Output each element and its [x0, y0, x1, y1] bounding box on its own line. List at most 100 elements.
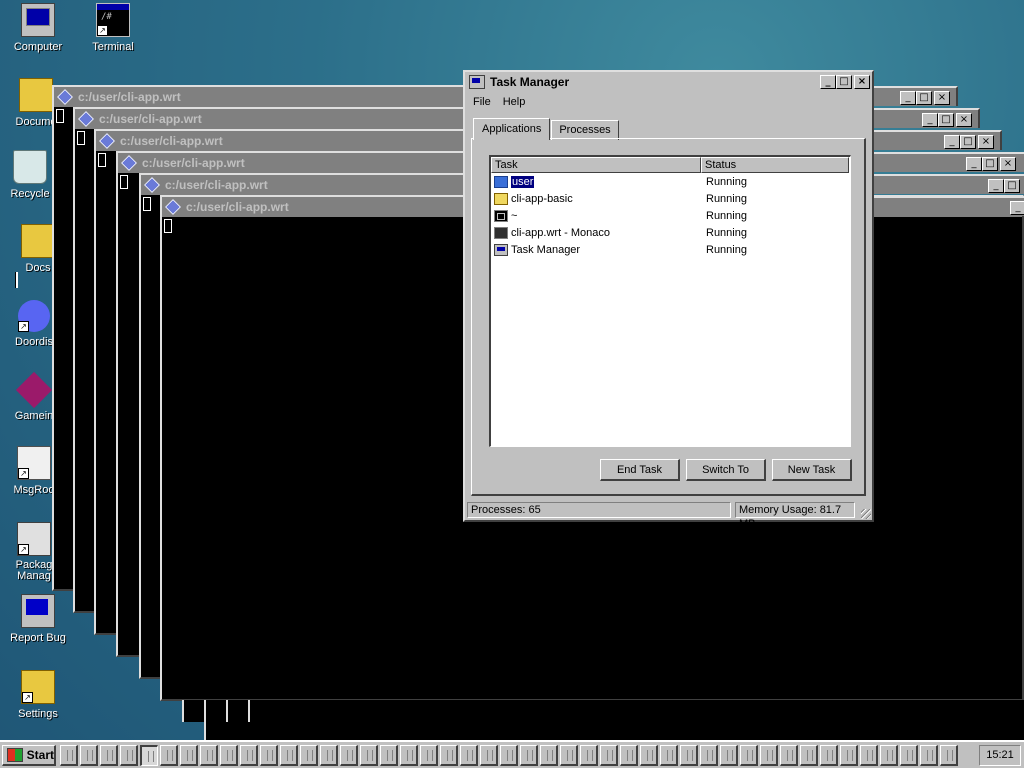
- tab-processes[interactable]: Processes: [551, 120, 619, 140]
- close-button[interactable]: ×: [934, 91, 950, 105]
- end-task-button[interactable]: End Task: [600, 459, 680, 481]
- minimize-button[interactable]: _: [820, 75, 836, 89]
- taskbar-button[interactable]: [200, 745, 218, 766]
- minimize-button[interactable]: _: [922, 113, 938, 127]
- window-titlebar-right[interactable]: _ □ ×: [872, 130, 1002, 150]
- maximize-button[interactable]: □: [982, 157, 998, 171]
- taskbar-button[interactable]: [220, 745, 238, 766]
- taskbar-button[interactable]: [860, 745, 878, 766]
- switch-to-button[interactable]: Switch To: [686, 459, 766, 481]
- taskbar-button[interactable]: [340, 745, 358, 766]
- text-cursor: [164, 219, 172, 233]
- taskbar-button[interactable]: [920, 745, 938, 766]
- close-button[interactable]: ×: [956, 113, 972, 127]
- task-name: Task Manager: [511, 243, 581, 256]
- taskbar-button[interactable]: [120, 745, 138, 766]
- taskbar-button[interactable]: [940, 745, 958, 766]
- taskbar-button[interactable]: [320, 745, 338, 766]
- close-button[interactable]: ×: [1000, 157, 1016, 171]
- table-row[interactable]: user Running: [491, 173, 850, 190]
- desktop-icon-settings[interactable]: ↗ Settings: [0, 670, 76, 720]
- table-row[interactable]: Task Manager Running: [491, 241, 850, 258]
- system-tray-clock[interactable]: 15:21: [979, 745, 1021, 766]
- minimize-button[interactable]: _: [988, 179, 1004, 193]
- column-header-status[interactable]: Status: [701, 157, 849, 173]
- minimize-button[interactable]: _: [900, 91, 916, 105]
- menu-file[interactable]: File: [473, 96, 491, 108]
- taskbar-button[interactable]: [520, 745, 538, 766]
- desktop-icon-computer[interactable]: Computer: [0, 3, 76, 53]
- close-button[interactable]: ×: [854, 75, 870, 89]
- taskbar-button[interactable]: [380, 745, 398, 766]
- taskbar-button[interactable]: [60, 745, 78, 766]
- taskbar-button[interactable]: [580, 745, 598, 766]
- taskbar-button[interactable]: [820, 745, 838, 766]
- taskbar-button[interactable]: [420, 745, 438, 766]
- table-row[interactable]: cli-app.wrt - Monaco Running: [491, 224, 850, 241]
- taskbar-button[interactable]: [740, 745, 758, 766]
- window-titlebar-right[interactable]: _ □ ×: [872, 86, 958, 106]
- taskbar-button[interactable]: [880, 745, 898, 766]
- maximize-button[interactable]: □: [1004, 179, 1020, 193]
- window-titlebar[interactable]: Task Manager _ □ ×: [465, 72, 872, 92]
- taskbar-button[interactable]: [180, 745, 198, 766]
- taskbar-button[interactable]: [640, 745, 658, 766]
- taskbar-button[interactable]: [460, 745, 478, 766]
- taskbar-button[interactable]: [900, 745, 918, 766]
- window-titlebar[interactable]: c:/user/cli-app.wrt: [96, 131, 472, 151]
- taskbar-button[interactable]: [500, 745, 518, 766]
- window-titlebar-right[interactable]: _ □: [872, 174, 1024, 194]
- taskbar-button[interactable]: [660, 745, 678, 766]
- task-manager-window[interactable]: Task Manager _ □ × File Help Applications …: [463, 70, 874, 530]
- minimize-button[interactable]: _: [944, 135, 960, 149]
- taskbar-button[interactable]: [80, 745, 98, 766]
- taskbar-button[interactable]: [100, 745, 118, 766]
- close-button[interactable]: ×: [978, 135, 994, 149]
- taskbar-button[interactable]: [160, 745, 178, 766]
- taskbar-button[interactable]: [560, 745, 578, 766]
- taskbar-button[interactable]: [300, 745, 318, 766]
- minimize-button[interactable]: _: [966, 157, 982, 171]
- desktop-icon-terminal[interactable]: ↗ Terminal: [75, 3, 151, 53]
- taskbar-button[interactable]: [440, 745, 458, 766]
- desktop-icon-report-bug[interactable]: Report Bug: [0, 594, 76, 644]
- taskbar-button[interactable]: [700, 745, 718, 766]
- task-list[interactable]: Task Status user Running cli-app-basic R…: [489, 155, 851, 447]
- taskbar-button[interactable]: [260, 745, 278, 766]
- window-titlebar[interactable]: c:/user/cli-app.wrt: [118, 153, 474, 173]
- new-task-button[interactable]: New Task: [772, 459, 852, 481]
- window-titlebar-right[interactable]: _ □ ×: [872, 108, 980, 128]
- taskbar-button[interactable]: [840, 745, 858, 766]
- tab-applications[interactable]: Applications: [473, 118, 551, 140]
- window-titlebar[interactable]: c:/user/cli-app.wrt: [75, 109, 471, 129]
- resize-grip-icon[interactable]: [861, 509, 871, 519]
- taskbar-button[interactable]: [280, 745, 298, 766]
- taskbar-button[interactable]: [720, 745, 738, 766]
- table-row[interactable]: cli-app-basic Running: [491, 190, 850, 207]
- taskbar-button[interactable]: [600, 745, 618, 766]
- taskbar-button-active[interactable]: [140, 745, 158, 766]
- maximize-button[interactable]: □: [960, 135, 976, 149]
- menu-help[interactable]: Help: [503, 96, 526, 108]
- taskbar-button[interactable]: [480, 745, 498, 766]
- taskbar-button[interactable]: [240, 745, 258, 766]
- taskbar-button[interactable]: [680, 745, 698, 766]
- taskbar-button[interactable]: [760, 745, 778, 766]
- table-row[interactable]: ~ Running: [491, 207, 850, 224]
- taskbar-button[interactable]: [360, 745, 378, 766]
- taskbar-button[interactable]: [540, 745, 558, 766]
- window-titlebar[interactable]: c:/user/cli-app.wrt: [141, 175, 477, 195]
- maximize-button[interactable]: □: [938, 113, 954, 127]
- minimize-button[interactable]: _: [1010, 201, 1024, 215]
- taskbar-button[interactable]: [780, 745, 798, 766]
- taskbar-button[interactable]: [620, 745, 638, 766]
- window-titlebar-right[interactable]: _: [872, 196, 1024, 216]
- window-titlebar-right[interactable]: _ □ ×: [872, 152, 1024, 172]
- start-button[interactable]: Start: [2, 745, 56, 766]
- taskbar-button[interactable]: [400, 745, 418, 766]
- column-header-task[interactable]: Task: [491, 157, 701, 173]
- taskbar-button[interactable]: [800, 745, 818, 766]
- maximize-button[interactable]: □: [916, 91, 932, 105]
- maximize-button[interactable]: □: [836, 75, 852, 89]
- window-titlebar[interactable]: c:/user/cli-app.wrt: [54, 87, 470, 107]
